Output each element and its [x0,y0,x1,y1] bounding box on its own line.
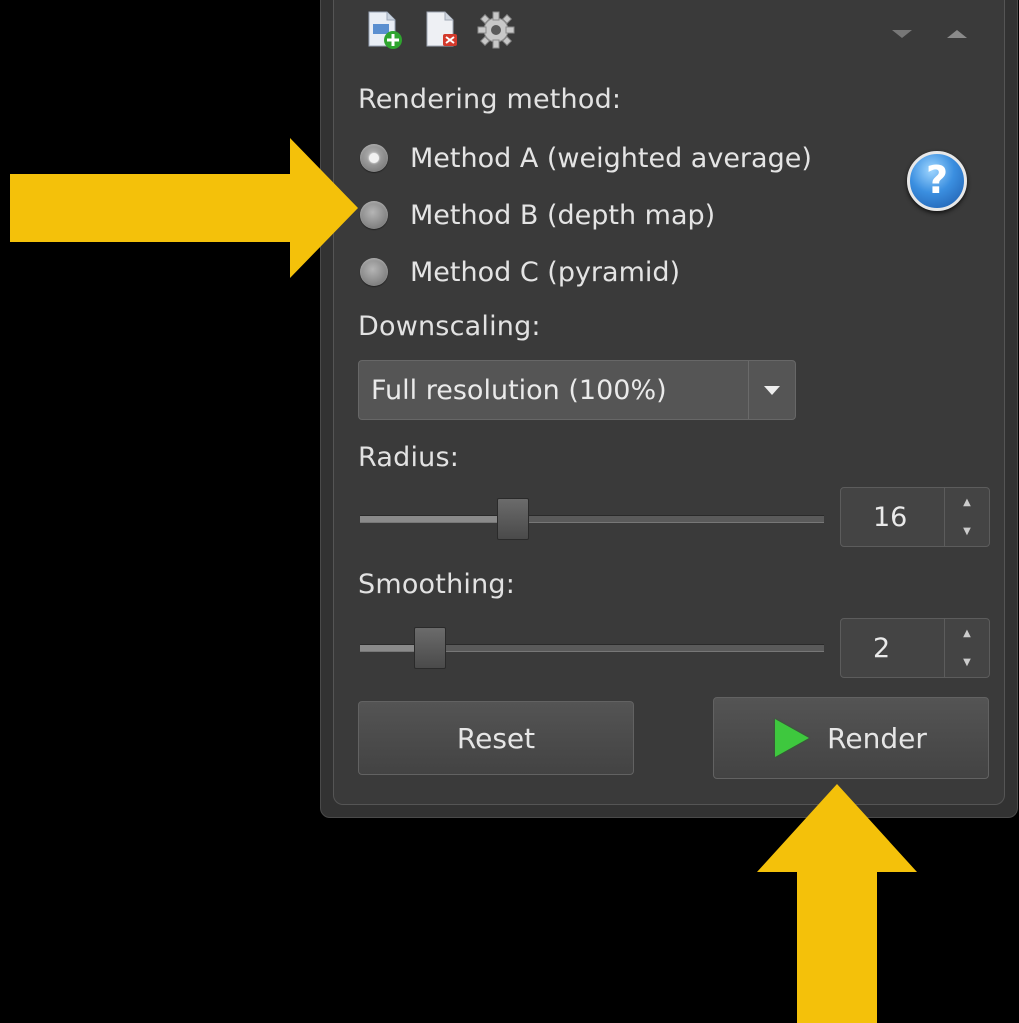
settings-gear-icon[interactable] [476,10,516,50]
radio-button[interactable] [360,258,388,286]
annotation-arrow-up [757,784,917,1023]
render-button[interactable]: Render [713,697,989,779]
radio-button-checked[interactable] [360,144,388,172]
smoothing-value[interactable]: 2 [841,633,944,664]
radio-method-b[interactable]: Method B (depth map) [360,195,715,235]
radius-value[interactable]: 16 [841,502,944,533]
smoothing-spinbox[interactable]: 2 ▲ ▼ [840,618,990,678]
add-document-icon[interactable] [365,10,405,50]
remove-document-icon[interactable] [423,10,463,50]
spin-up-icon[interactable]: ▲ [945,619,989,648]
radio-method-c[interactable]: Method C (pyramid) [360,252,680,292]
downscaling-dropdown[interactable]: Full resolution (100%) [358,360,796,420]
rendering-method-label: Rendering method: [358,84,622,115]
spin-up-icon[interactable]: ▲ [945,488,989,517]
radio-method-b-label: Method B (depth map) [410,199,716,231]
radius-spinbox[interactable]: 16 ▲ ▼ [840,487,990,547]
render-button-label: Render [827,721,927,755]
dropdown-button[interactable] [748,361,795,419]
radius-slider-track[interactable] [360,515,824,523]
radius-slider-thumb[interactable] [497,498,530,540]
collapse-up-icon[interactable] [947,30,967,38]
play-icon [775,719,810,757]
collapse-down-icon[interactable] [892,30,912,38]
spin-down-icon[interactable]: ▼ [945,517,989,546]
reset-button[interactable]: Reset [358,701,634,775]
smoothing-slider-thumb[interactable] [413,627,446,669]
downscaling-value: Full resolution (100%) [371,374,667,406]
radius-label: Radius: [358,442,460,473]
smoothing-spin-arrows[interactable]: ▲ ▼ [944,619,989,677]
reset-button-label: Reset [456,721,536,755]
radius-spin-arrows[interactable]: ▲ ▼ [944,488,989,546]
spin-down-icon[interactable]: ▼ [945,648,989,677]
radius-slider-fill [360,516,514,522]
chevron-down-icon [764,385,780,395]
smoothing-slider[interactable] [360,627,824,669]
radio-method-a[interactable]: Method A (weighted average) [360,138,812,178]
radius-slider[interactable] [360,498,824,540]
help-icon[interactable]: ? [907,151,967,211]
radio-button[interactable] [360,201,388,229]
annotation-arrow-right [10,138,358,278]
downscaling-label: Downscaling: [358,311,541,342]
radio-method-a-label: Method A (weighted average) [410,142,812,174]
smoothing-label: Smoothing: [358,569,516,600]
radio-method-c-label: Method C (pyramid) [410,256,681,288]
